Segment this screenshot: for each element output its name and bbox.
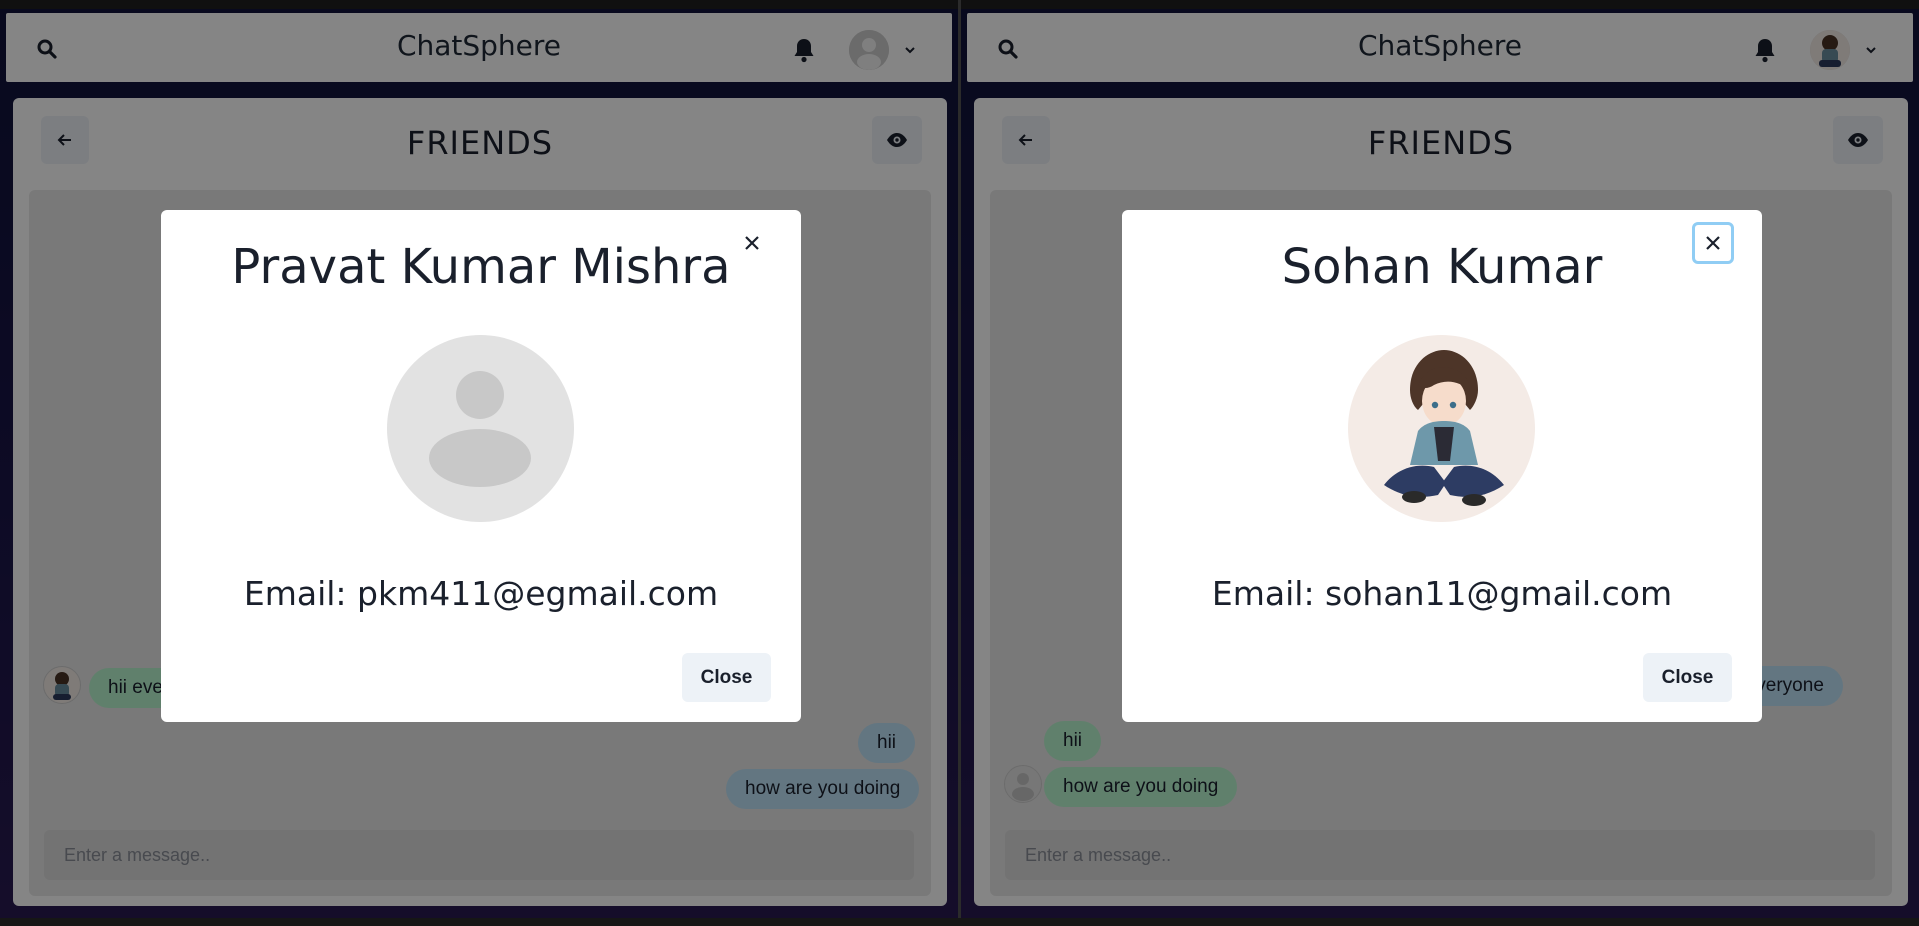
profile-name: Sohan Kumar bbox=[1281, 239, 1603, 295]
profile-modal: Pravat Kumar Mishra Email: pkm411@egmail… bbox=[161, 210, 801, 722]
right-app-window: ChatSphere FRIENDS ii everyone hii how a… bbox=[961, 9, 1919, 918]
profile-email: Email: pkm411@egmail.com bbox=[243, 574, 719, 613]
anime-avatar-picture bbox=[1348, 335, 1535, 522]
left-app-window: ChatSphere FRIENDS hii eve hii how are y… bbox=[0, 9, 958, 918]
default-avatar-picture bbox=[387, 335, 574, 522]
profile-modal: Sohan Kumar Email: sohan11@gmail.com Clo… bbox=[1122, 210, 1762, 722]
close-button[interactable]: Close bbox=[682, 653, 771, 702]
close-button[interactable]: Close bbox=[1643, 653, 1732, 702]
window-bottom-strip bbox=[0, 918, 1919, 926]
profile-email: Email: sohan11@gmail.com bbox=[1211, 574, 1673, 613]
profile-name: Pravat Kumar Mishra bbox=[231, 239, 731, 295]
